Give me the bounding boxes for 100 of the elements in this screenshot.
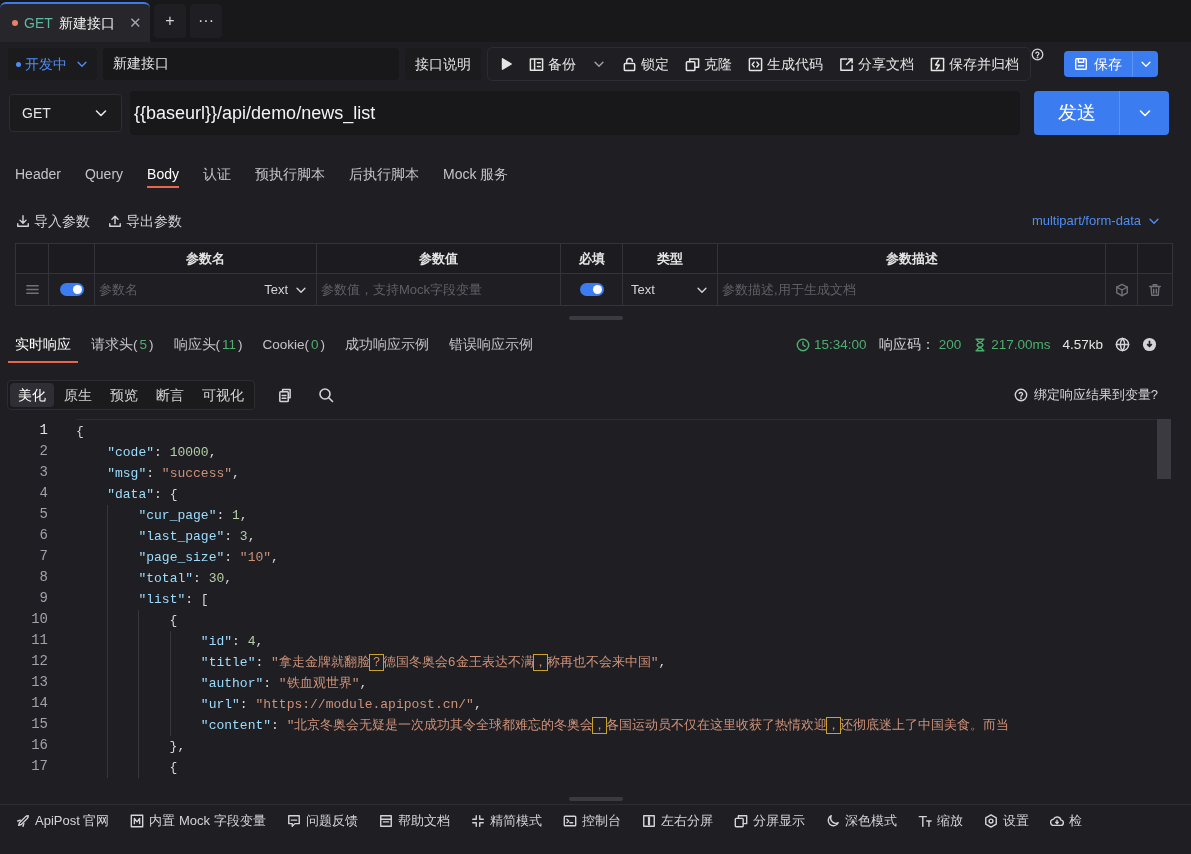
footer-item[interactable]: 左右分屏 bbox=[641, 810, 713, 831]
column-header: 类型 bbox=[657, 249, 683, 268]
request-tab[interactable]: Body bbox=[147, 162, 179, 188]
code-line: }, bbox=[168, 738, 186, 756]
request-tab[interactable]: Header bbox=[15, 162, 61, 188]
cloud-icon bbox=[1049, 813, 1064, 828]
windows-icon bbox=[733, 813, 748, 828]
toolbar-button[interactable]: 分享文档 bbox=[832, 50, 921, 78]
request-tab[interactable]: 认证 bbox=[202, 162, 231, 188]
toolbar-button[interactable]: 备份 bbox=[522, 50, 613, 78]
toggle-switch[interactable] bbox=[579, 283, 604, 296]
type-dropdown[interactable]: Text bbox=[264, 279, 308, 300]
search-icon[interactable] bbox=[318, 387, 334, 403]
code-line: "list": [ bbox=[137, 591, 209, 609]
footer-item[interactable]: 分屏显示 bbox=[733, 810, 805, 831]
code-line: { bbox=[76, 423, 84, 441]
view-mode-tab[interactable]: 可视化 bbox=[194, 383, 252, 407]
view-mode-tab[interactable]: 美化 bbox=[10, 383, 54, 407]
content-type-dropdown[interactable]: multipart/form-data bbox=[1031, 211, 1161, 231]
download-icon bbox=[16, 214, 30, 228]
split-icon bbox=[641, 813, 656, 828]
request-tab[interactable]: Query bbox=[84, 162, 124, 188]
column-header: 参数描述 bbox=[885, 249, 938, 268]
value-field[interactable]: 参数值，支持Mock字段变量 bbox=[321, 279, 556, 300]
request-tab[interactable]: 预执行脚本 bbox=[254, 162, 325, 188]
line-number: 1 bbox=[39, 421, 48, 440]
name-field[interactable]: 参数名 bbox=[99, 279, 249, 300]
tab-action-button[interactable]: ··· bbox=[190, 4, 222, 38]
response-size: 4.57kb bbox=[1062, 336, 1103, 354]
lock-icon bbox=[622, 56, 637, 72]
method-select[interactable]: GET bbox=[9, 94, 122, 132]
clock-icon bbox=[796, 338, 811, 353]
drag-handle-icon bbox=[24, 282, 40, 297]
response-tab[interactable]: Cookie(0) bbox=[255, 335, 333, 363]
url-field[interactable]: {{baseurl}}/api/demo/news_list bbox=[130, 91, 1020, 135]
line-number: 2 bbox=[39, 442, 48, 461]
doc-button[interactable]: 接口说明 bbox=[405, 48, 481, 80]
code-line: "msg": "success", bbox=[106, 465, 240, 483]
response-tab[interactable]: 成功响应示例 bbox=[338, 335, 437, 363]
name-field[interactable]: 新建接口 bbox=[103, 48, 399, 80]
request-tab[interactable]: Mock 服务 bbox=[442, 162, 509, 188]
footer-item[interactable]: 深色模式 bbox=[825, 810, 897, 831]
footer-item[interactable]: 精简模式 bbox=[470, 810, 542, 831]
upload-icon bbox=[108, 214, 122, 228]
response-duration: 217.00ms bbox=[991, 336, 1051, 354]
footer-item[interactable]: 检 bbox=[1049, 810, 1082, 831]
copy-icon[interactable] bbox=[277, 387, 292, 403]
code-line: "last_page": 3, bbox=[137, 528, 256, 546]
trash-icon bbox=[1148, 282, 1162, 297]
help-icon bbox=[1031, 48, 1044, 61]
scrollbar-thumb[interactable] bbox=[1157, 419, 1171, 479]
line-number: 14 bbox=[31, 694, 48, 713]
code-line: "title": "拿走金牌就翻脸？德国冬奥会6金王表达不满，称再也不会来中国", bbox=[199, 654, 667, 672]
view-mode-tab[interactable]: 原生 bbox=[56, 383, 100, 407]
help-icon bbox=[1013, 388, 1028, 402]
toolbar-button[interactable]: 生成代码 bbox=[741, 50, 830, 78]
footer-item[interactable]: 内置 Mock 字段变量 bbox=[130, 810, 266, 831]
footer-item[interactable]: 设置 bbox=[983, 810, 1029, 831]
response-tab[interactable]: 错误响应示例 bbox=[442, 335, 541, 363]
m-box-icon bbox=[130, 813, 145, 828]
line-number: 17 bbox=[31, 757, 48, 776]
import-button[interactable]: 导入参数 bbox=[16, 210, 90, 232]
view-mode-tab[interactable]: 断言 bbox=[148, 383, 192, 407]
toolbar-button[interactable]: 锁定 bbox=[615, 50, 676, 78]
response-tab[interactable]: 响应头(11) bbox=[166, 335, 250, 363]
code-line: "url": "https://module.apipost.cn/", bbox=[199, 696, 482, 714]
request-tab[interactable]: GET 新建接口 ✕ bbox=[0, 2, 150, 42]
collapse-icon bbox=[470, 813, 485, 828]
footer-item[interactable]: 缩放 bbox=[917, 810, 963, 831]
toggle-switch[interactable] bbox=[59, 283, 84, 296]
toolbar-button[interactable]: 保存并归档 bbox=[923, 50, 1026, 78]
play-icon bbox=[499, 57, 513, 71]
line-number: 4 bbox=[39, 484, 48, 503]
toolbar-button[interactable]: 克隆 bbox=[678, 50, 739, 78]
copy-icon bbox=[685, 56, 700, 72]
close-icon[interactable]: ✕ bbox=[129, 11, 142, 35]
line-number: 6 bbox=[39, 526, 48, 545]
description-field[interactable]: 参数描述,用于生成文档 bbox=[722, 279, 1101, 300]
footer-item[interactable]: 控制台 bbox=[562, 810, 621, 831]
method-label: GET bbox=[24, 13, 53, 33]
export-button[interactable]: 导出参数 bbox=[108, 210, 182, 232]
response-tab[interactable]: 实时响应 bbox=[8, 335, 78, 363]
type-dropdown[interactable]: Text bbox=[631, 279, 709, 300]
view-mode-tab[interactable]: 预览 bbox=[102, 383, 146, 407]
line-number: 13 bbox=[31, 673, 48, 692]
footer-item[interactable]: 问题反馈 bbox=[286, 810, 358, 831]
response-tab[interactable]: 请求头(5) bbox=[84, 335, 161, 363]
hourglass-icon bbox=[973, 338, 988, 353]
footer-item[interactable]: ApiPost 官网 bbox=[16, 810, 110, 831]
terminal-icon bbox=[562, 813, 577, 828]
line-number: 9 bbox=[39, 589, 48, 608]
tab-action-button[interactable]: + bbox=[154, 4, 186, 38]
status-dropdown[interactable]: 开发中 bbox=[8, 48, 97, 80]
message-icon bbox=[286, 813, 301, 828]
line-number: 5 bbox=[39, 505, 48, 524]
bind-variable-link[interactable]: 绑定响应结果到变量? bbox=[1033, 385, 1158, 405]
footer-item[interactable]: 帮助文档 bbox=[378, 810, 450, 831]
document-icon bbox=[378, 813, 393, 828]
code-line: "id": 4, bbox=[199, 633, 264, 651]
request-tab[interactable]: 后执行脚本 bbox=[348, 162, 419, 188]
